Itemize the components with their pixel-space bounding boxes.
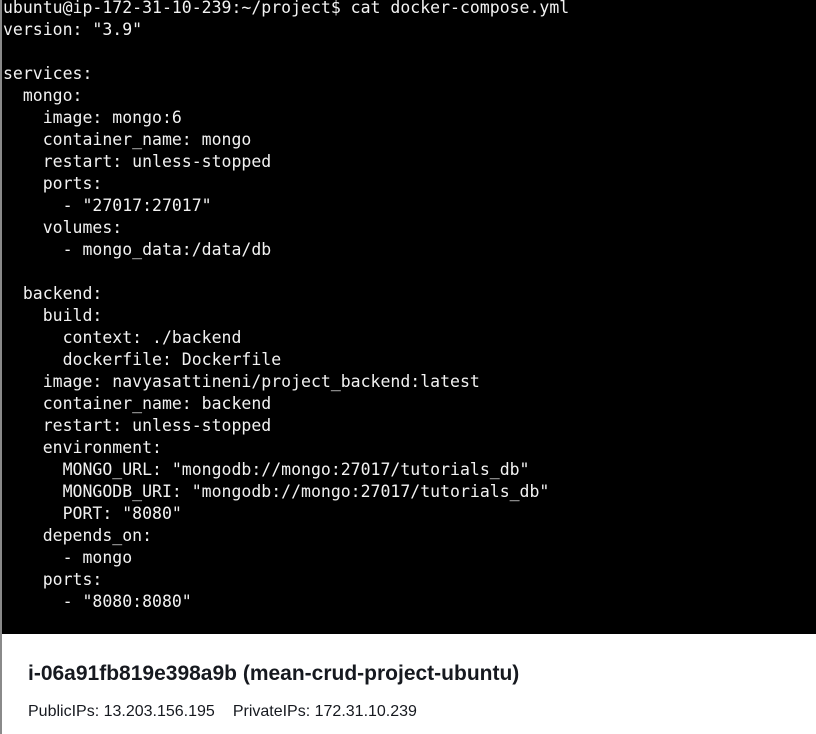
instance-info-panel: i-06a91fb819e398a9b (mean-crud-project-u…: [0, 634, 816, 734]
terminal-line: services:: [3, 64, 93, 83]
terminal-line: ports:: [3, 570, 103, 589]
terminal-line: - mongo: [3, 548, 133, 567]
terminal-line: container_name: mongo: [3, 130, 252, 149]
public-ips-value: 13.203.156.195: [103, 703, 215, 720]
private-ips-value: 172.31.10.239: [314, 703, 417, 720]
terminal-line: version: "3.9": [3, 20, 143, 39]
instance-title: i-06a91fb819e398a9b (mean-crud-project-u…: [28, 662, 520, 685]
terminal-line: restart: unless-stopped: [3, 152, 272, 171]
terminal-line: - "8080:8080": [3, 592, 192, 611]
ec2-instance-connect-window: ubuntu@ip-172-31-10-239:~/project$ cat d…: [0, 0, 816, 734]
terminal-line: restart: unless-stopped: [3, 416, 272, 435]
terminal-line: backend:: [3, 284, 103, 303]
terminal-line: mongo:: [3, 86, 83, 105]
terminal-line: context: ./backend: [3, 328, 242, 347]
terminal-line: - mongo_data:/data/db: [3, 240, 272, 259]
terminal-line: environment:: [3, 438, 162, 457]
public-ips-label: PublicIPs:: [28, 703, 100, 720]
terminal-line: dockerfile: Dockerfile: [3, 350, 282, 369]
terminal[interactable]: ubuntu@ip-172-31-10-239:~/project$ cat d…: [0, 0, 816, 634]
terminal-line: - "27017:27017": [3, 196, 212, 215]
terminal-line: ubuntu@ip-172-31-10-239:~/project$ cat d…: [3, 0, 570, 17]
terminal-line: image: navyasattineni/project_backend:la…: [3, 372, 480, 391]
terminal-line: ports:: [3, 174, 103, 193]
terminal-output: ubuntu@ip-172-31-10-239:~/project$ cat d…: [2, 0, 816, 613]
terminal-line: container_name: backend: [3, 394, 272, 413]
terminal-line: depends_on:: [3, 526, 153, 545]
private-ips-label: PrivateIPs:: [232, 703, 311, 720]
terminal-line: MONGODB_URI: "mongodb://mongo:27017/tuto…: [3, 482, 550, 501]
terminal-line: build:: [3, 306, 103, 325]
terminal-line: volumes:: [3, 218, 123, 237]
terminal-line: MONGO_URL: "mongodb://mongo:27017/tutori…: [3, 460, 530, 479]
instance-ip-row: PublicIPs: 13.203.156.195 PrivateIPs: 172…: [28, 703, 417, 721]
terminal-line: PORT: "8080": [3, 504, 182, 523]
terminal-line: image: mongo:6: [3, 108, 182, 127]
